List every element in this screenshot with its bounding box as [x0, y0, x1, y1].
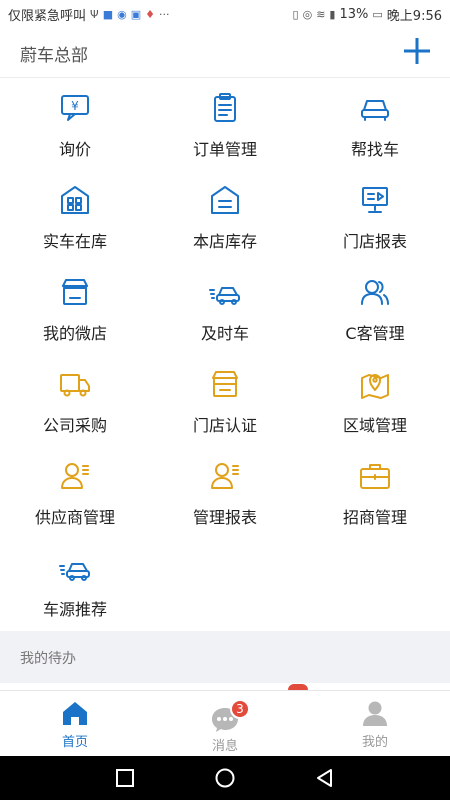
menu-item-label: 本店库存 — [192, 232, 257, 251]
vibrate-icon: ▯ — [292, 7, 299, 21]
back-triangle-icon[interactable] — [314, 767, 336, 789]
menu-item[interactable]: 车源推荐 — [0, 538, 150, 630]
menu-item[interactable]: C客管理 — [300, 262, 450, 354]
menu-item[interactable]: 帮找车 — [300, 78, 450, 170]
battery-icon: ▭ — [372, 7, 383, 21]
quote-icon: ¥ — [58, 92, 92, 124]
micro-store-icon — [58, 276, 92, 308]
more-icon: ··· — [158, 7, 170, 21]
tab-label: 首页 — [61, 735, 88, 750]
battery-percent: 13% — [339, 6, 369, 22]
menu-item-label: 公司采购 — [42, 416, 107, 435]
bottom-tab-bar: 首页 3 消息 我的 — [0, 690, 450, 757]
menu-item-label: 区域管理 — [342, 416, 407, 435]
data-icon: ▮ — [329, 7, 336, 21]
report-board-icon — [358, 184, 392, 216]
menu-item-label: 帮找车 — [350, 140, 399, 159]
menu-item[interactable]: 门店认证 — [150, 354, 300, 446]
wifi-icon: ≋ — [316, 7, 326, 21]
menu-item-label: 订单管理 — [192, 140, 257, 159]
menu-item-label: 车源推荐 — [42, 600, 107, 619]
menu-item[interactable]: 管理报表 — [150, 446, 300, 538]
fast-car-icon — [208, 276, 242, 308]
map-pin-icon — [358, 368, 392, 400]
warehouse-grid-icon — [58, 184, 92, 216]
manager-person-icon — [208, 460, 242, 492]
car-recommend-icon — [58, 552, 92, 584]
menu-item[interactable]: 实车在库 — [0, 170, 150, 262]
menu-item[interactable]: 门店报表 — [300, 170, 450, 262]
menu-item-label: 门店报表 — [342, 232, 407, 251]
menu-item[interactable]: 订单管理 — [150, 78, 300, 170]
user-icon — [363, 701, 387, 726]
menu-item-label: 门店认证 — [192, 416, 257, 435]
carrier-text: 仅限紧急呼叫 — [8, 8, 87, 24]
car-front-icon — [358, 92, 392, 124]
location-icon: ♦ — [145, 7, 155, 21]
menu-item[interactable]: 本店库存 — [150, 170, 300, 262]
svg-text:¥: ¥ — [71, 99, 79, 113]
tab-mine[interactable]: 我的 — [300, 691, 450, 757]
message-count-badge: 3 — [230, 699, 250, 719]
recents-square-icon[interactable] — [114, 767, 136, 789]
home-icon — [63, 702, 87, 725]
system-nav-bar — [0, 756, 450, 800]
menu-item[interactable]: 招商管理 — [300, 446, 450, 538]
supplier-person-icon — [58, 460, 92, 492]
menu-item-label: C客管理 — [345, 324, 405, 343]
order-clipboard-icon — [208, 92, 242, 124]
menu-item[interactable]: 我的微店 — [0, 262, 150, 354]
clock: 晚上9:56 — [386, 8, 442, 24]
truck-icon — [58, 368, 92, 400]
todo-section-header: 我的待办 — [0, 631, 450, 683]
app-header: 蔚车总部 — [0, 28, 450, 78]
customers-icon — [358, 276, 392, 308]
todo-title: 我的待办 — [20, 651, 76, 667]
store-cert-icon — [208, 368, 242, 400]
app-notification-icon: ◉ — [117, 7, 127, 21]
tab-home[interactable]: 首页 — [0, 691, 150, 757]
menu-item-label: 供应商管理 — [34, 508, 115, 527]
menu-item[interactable]: 及时车 — [150, 262, 300, 354]
plus-icon[interactable] — [400, 34, 434, 68]
menu-item-label: 我的微店 — [42, 324, 107, 343]
status-bar: 仅限紧急呼叫 Ψ ■ ◉ ▣ ♦ ··· ▯ ◎ ≋ ▮ 13% ▭ 晚上9:5… — [0, 0, 450, 28]
menu-item-label: 询价 — [58, 140, 91, 159]
eye-icon: ◎ — [302, 7, 313, 21]
menu-item[interactable]: 公司采购 — [0, 354, 150, 446]
home-circle-icon[interactable] — [214, 767, 236, 789]
menu-item-label: 招商管理 — [342, 508, 407, 527]
usb-icon: Ψ — [90, 7, 99, 21]
menu-item[interactable]: 区域管理 — [300, 354, 450, 446]
menu-item-label: 实车在库 — [42, 232, 107, 251]
menu-item[interactable]: 供应商管理 — [0, 446, 150, 538]
menu-item-label: 管理报表 — [192, 508, 257, 527]
app-notification-icon: ▣ — [130, 7, 142, 21]
menu-item-label: 及时车 — [200, 324, 249, 343]
store-stock-icon — [208, 184, 242, 216]
tab-label: 我的 — [361, 735, 388, 750]
app-notification-icon: ■ — [102, 7, 114, 21]
page-title: 蔚车总部 — [20, 46, 88, 66]
tab-messages[interactable]: 3 消息 — [150, 691, 300, 757]
tab-label: 消息 — [211, 739, 238, 754]
briefcase-icon — [358, 460, 392, 492]
menu-item[interactable]: ¥ 询价 — [0, 78, 150, 170]
